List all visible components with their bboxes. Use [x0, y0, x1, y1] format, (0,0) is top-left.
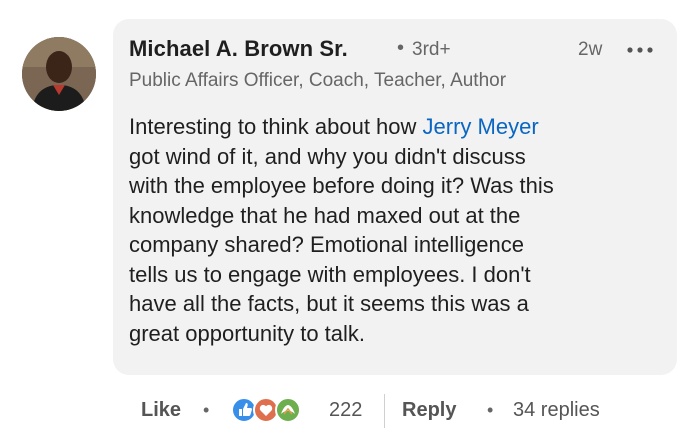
comment-line: have all the facts, but it seems this wa…: [129, 291, 529, 316]
reply-button[interactable]: Reply: [402, 399, 456, 422]
comment-line: got wind of it, and why you didn't discu…: [129, 143, 526, 169]
degree-separator: •: [397, 37, 405, 59]
action-separator: •: [487, 400, 494, 420]
comment-bubble: Michael A. Brown Sr. • 3rd+ 2w Public Af…: [113, 19, 677, 375]
author-name[interactable]: Michael A. Brown Sr.: [129, 36, 348, 62]
comment-line: company shared? Emotional intelligence: [129, 232, 525, 257]
comment-actions: Like • 222 Reply • 34 replies: [0, 394, 700, 428]
comment-thread: Michael A. Brown Sr. • 3rd+ 2w Public Af…: [0, 0, 700, 439]
comment-line: great opportunity to talk.: [129, 320, 366, 346]
comment-timestamp: 2w: [578, 39, 603, 60]
profile-photo-icon: [22, 37, 96, 111]
actions-divider: [384, 394, 385, 428]
love-reaction-icon: [253, 397, 279, 423]
action-separator: •: [203, 400, 210, 420]
avatar[interactable]: [22, 37, 96, 111]
comment-line: tells us to engage with employees. I don…: [129, 261, 531, 287]
comment-text: Interesting to think about how Jerry Mey…: [129, 112, 664, 348]
mention-link[interactable]: Jerry Meyer: [423, 114, 539, 139]
reactions-summary[interactable]: [230, 396, 322, 424]
comment-line: with the employee before doing it? Was t…: [129, 173, 554, 198]
author-headline: Public Affairs Officer, Coach, Teacher, …: [129, 70, 507, 91]
like-reaction-icon: [231, 397, 257, 423]
support-reaction-icon: [275, 397, 301, 423]
comment-text-prefix: Interesting to think about how: [129, 114, 423, 139]
comment-line: knowledge that he had maxed out at the: [129, 202, 521, 228]
more-options-icon[interactable]: [622, 38, 662, 62]
connection-degree: 3rd+: [412, 39, 451, 60]
like-button[interactable]: Like: [141, 399, 181, 422]
reaction-count[interactable]: 222: [329, 399, 362, 422]
replies-link[interactable]: 34 replies: [513, 399, 600, 422]
